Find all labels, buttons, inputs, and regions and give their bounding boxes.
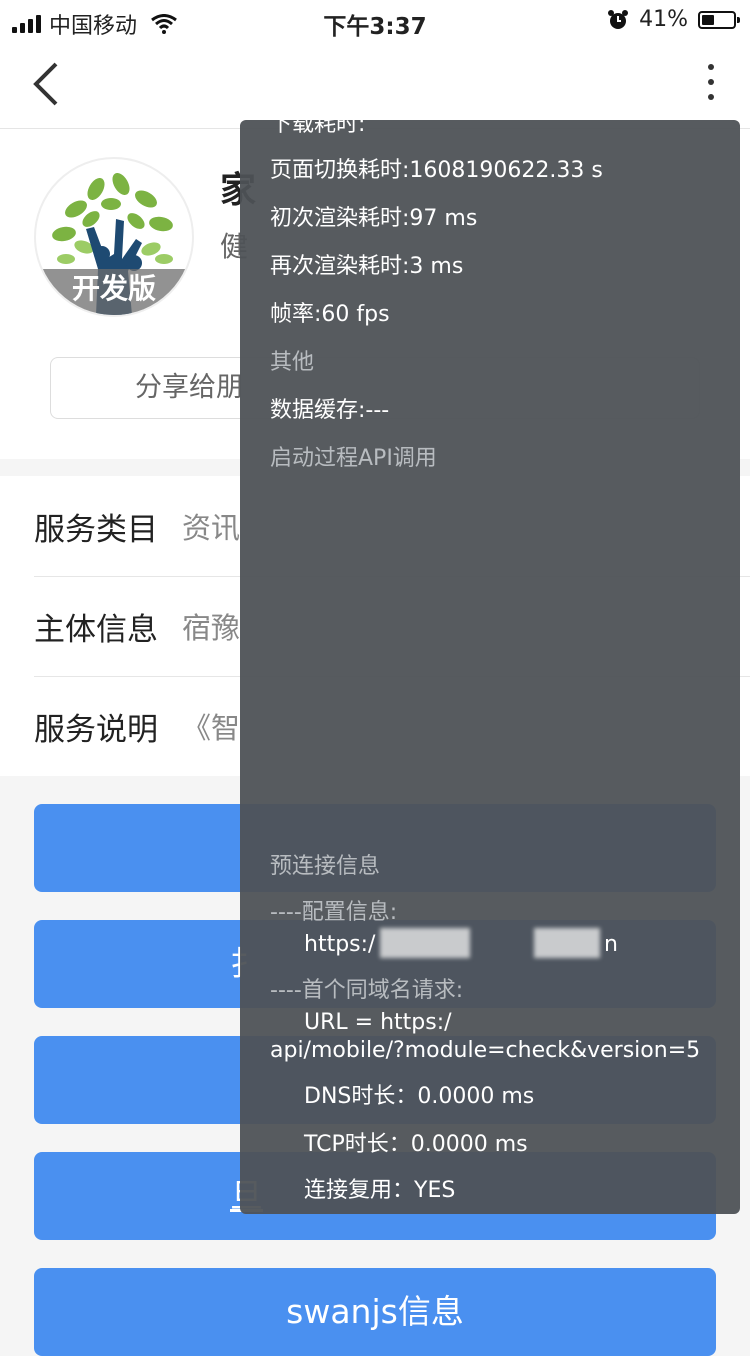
debug-fps: 帧率:60 fps (270, 302, 390, 327)
status-bar: 中国移动 下午3:37 41% (0, 0, 750, 40)
info-value: 宿豫 (182, 611, 241, 645)
battery-icon (698, 10, 740, 29)
debug-dns: DNS时长：0.0000 ms (304, 1084, 535, 1109)
debug-other-header: 其他 (270, 350, 315, 375)
debug-reuse: 连接复用：YES (304, 1178, 456, 1203)
swanjs-info-button[interactable]: swanjs信息 (34, 1268, 716, 1356)
debug-config-url-suffix: n (604, 932, 618, 957)
info-value: 资讯 (182, 511, 241, 545)
info-label: 服务类目 (34, 511, 158, 548)
debug-re-render: 再次渲染耗时:3 ms (270, 254, 464, 279)
redacted-block (534, 928, 600, 958)
avatar: 开发版 (34, 157, 194, 317)
info-label: 主体信息 (34, 611, 158, 648)
debug-panel[interactable]: 下载耗时: 页面切换耗时:1608190622.33 s 初次渲染耗时:97 m… (240, 120, 740, 1214)
debug-tcp: TCP时长：0.0000 ms (304, 1132, 528, 1157)
debug-config-url-prefix: https:/ (304, 932, 376, 957)
debug-request-url-line2: api/mobile/?module=check&version=5 (270, 1038, 701, 1063)
battery-percent: 41% (639, 7, 688, 32)
debug-config-header: ----配置信息: (270, 900, 398, 925)
status-right: 41% (607, 7, 740, 32)
battery-level (702, 14, 715, 25)
redacted-block (380, 928, 470, 958)
debug-page-switch: 页面切换耗时:1608190622.33 s (270, 158, 603, 183)
debug-config-url: https:/ (304, 932, 375, 957)
info-label: 服务说明 (34, 711, 158, 748)
nav-bar (0, 40, 750, 129)
chevron-left-icon[interactable] (28, 60, 68, 108)
debug-data-cache: 数据缓存:--- (270, 398, 390, 423)
debug-cut-top: 下载耗时: (270, 120, 366, 137)
info-value: 《智 (182, 711, 241, 745)
dev-version-badge: 开发版 (36, 269, 192, 315)
debug-startup-api-header: 启动过程API调用 (270, 446, 437, 471)
alarm-icon (608, 9, 629, 29)
debug-request-url: URL = https:/ (304, 1010, 452, 1035)
more-vertical-icon[interactable] (708, 64, 714, 100)
debug-first-request-header: ----首个同域名请求: (270, 978, 464, 1003)
debug-first-render: 初次渲染耗时:97 ms (270, 206, 478, 231)
debug-preconnect-header: 预连接信息 (270, 854, 381, 879)
